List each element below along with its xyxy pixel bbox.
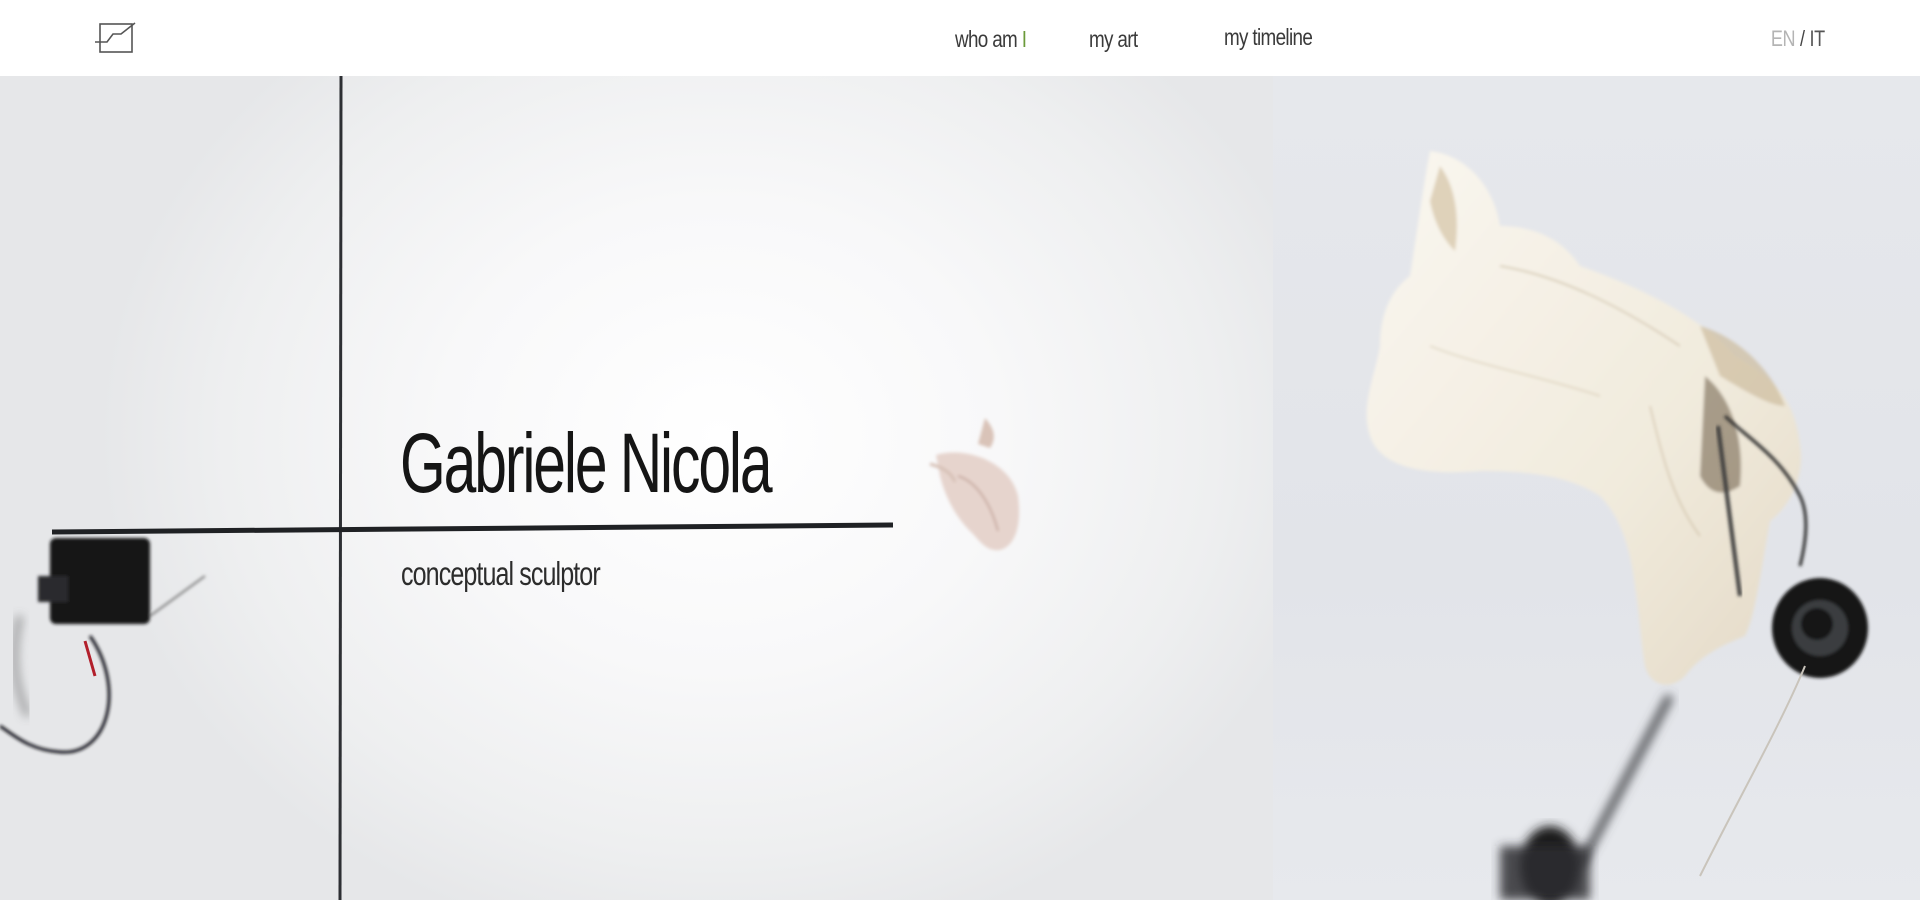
lang-it-link[interactable]: IT — [1810, 26, 1826, 51]
site-header: who am I my art my timeline EN / IT — [0, 0, 1920, 76]
nav-who-am-i[interactable]: who am I — [955, 24, 1027, 54]
nav-my-timeline[interactable]: my timeline — [1224, 22, 1313, 52]
nav-who-i-label: I — [1021, 26, 1027, 52]
hero-section: Gabriele Nicola conceptual sculptor — [0, 76, 1920, 900]
hero-subtitle: conceptual sculptor — [401, 555, 601, 592]
hero-artwork-illustration — [0, 76, 1868, 900]
nav-who-am-label: who am — [955, 26, 1022, 52]
hero-title: Gabriele Nicola — [400, 416, 773, 510]
framed-line-chart-icon[interactable] — [95, 20, 139, 56]
lang-en-link[interactable]: EN — [1771, 26, 1796, 51]
nav-my-art[interactable]: my art — [1089, 24, 1138, 54]
language-switcher: EN / IT — [1771, 24, 1825, 54]
lang-separator: / — [1800, 26, 1805, 51]
page: who am I my art my timeline EN / IT Gabr… — [0, 0, 1920, 900]
